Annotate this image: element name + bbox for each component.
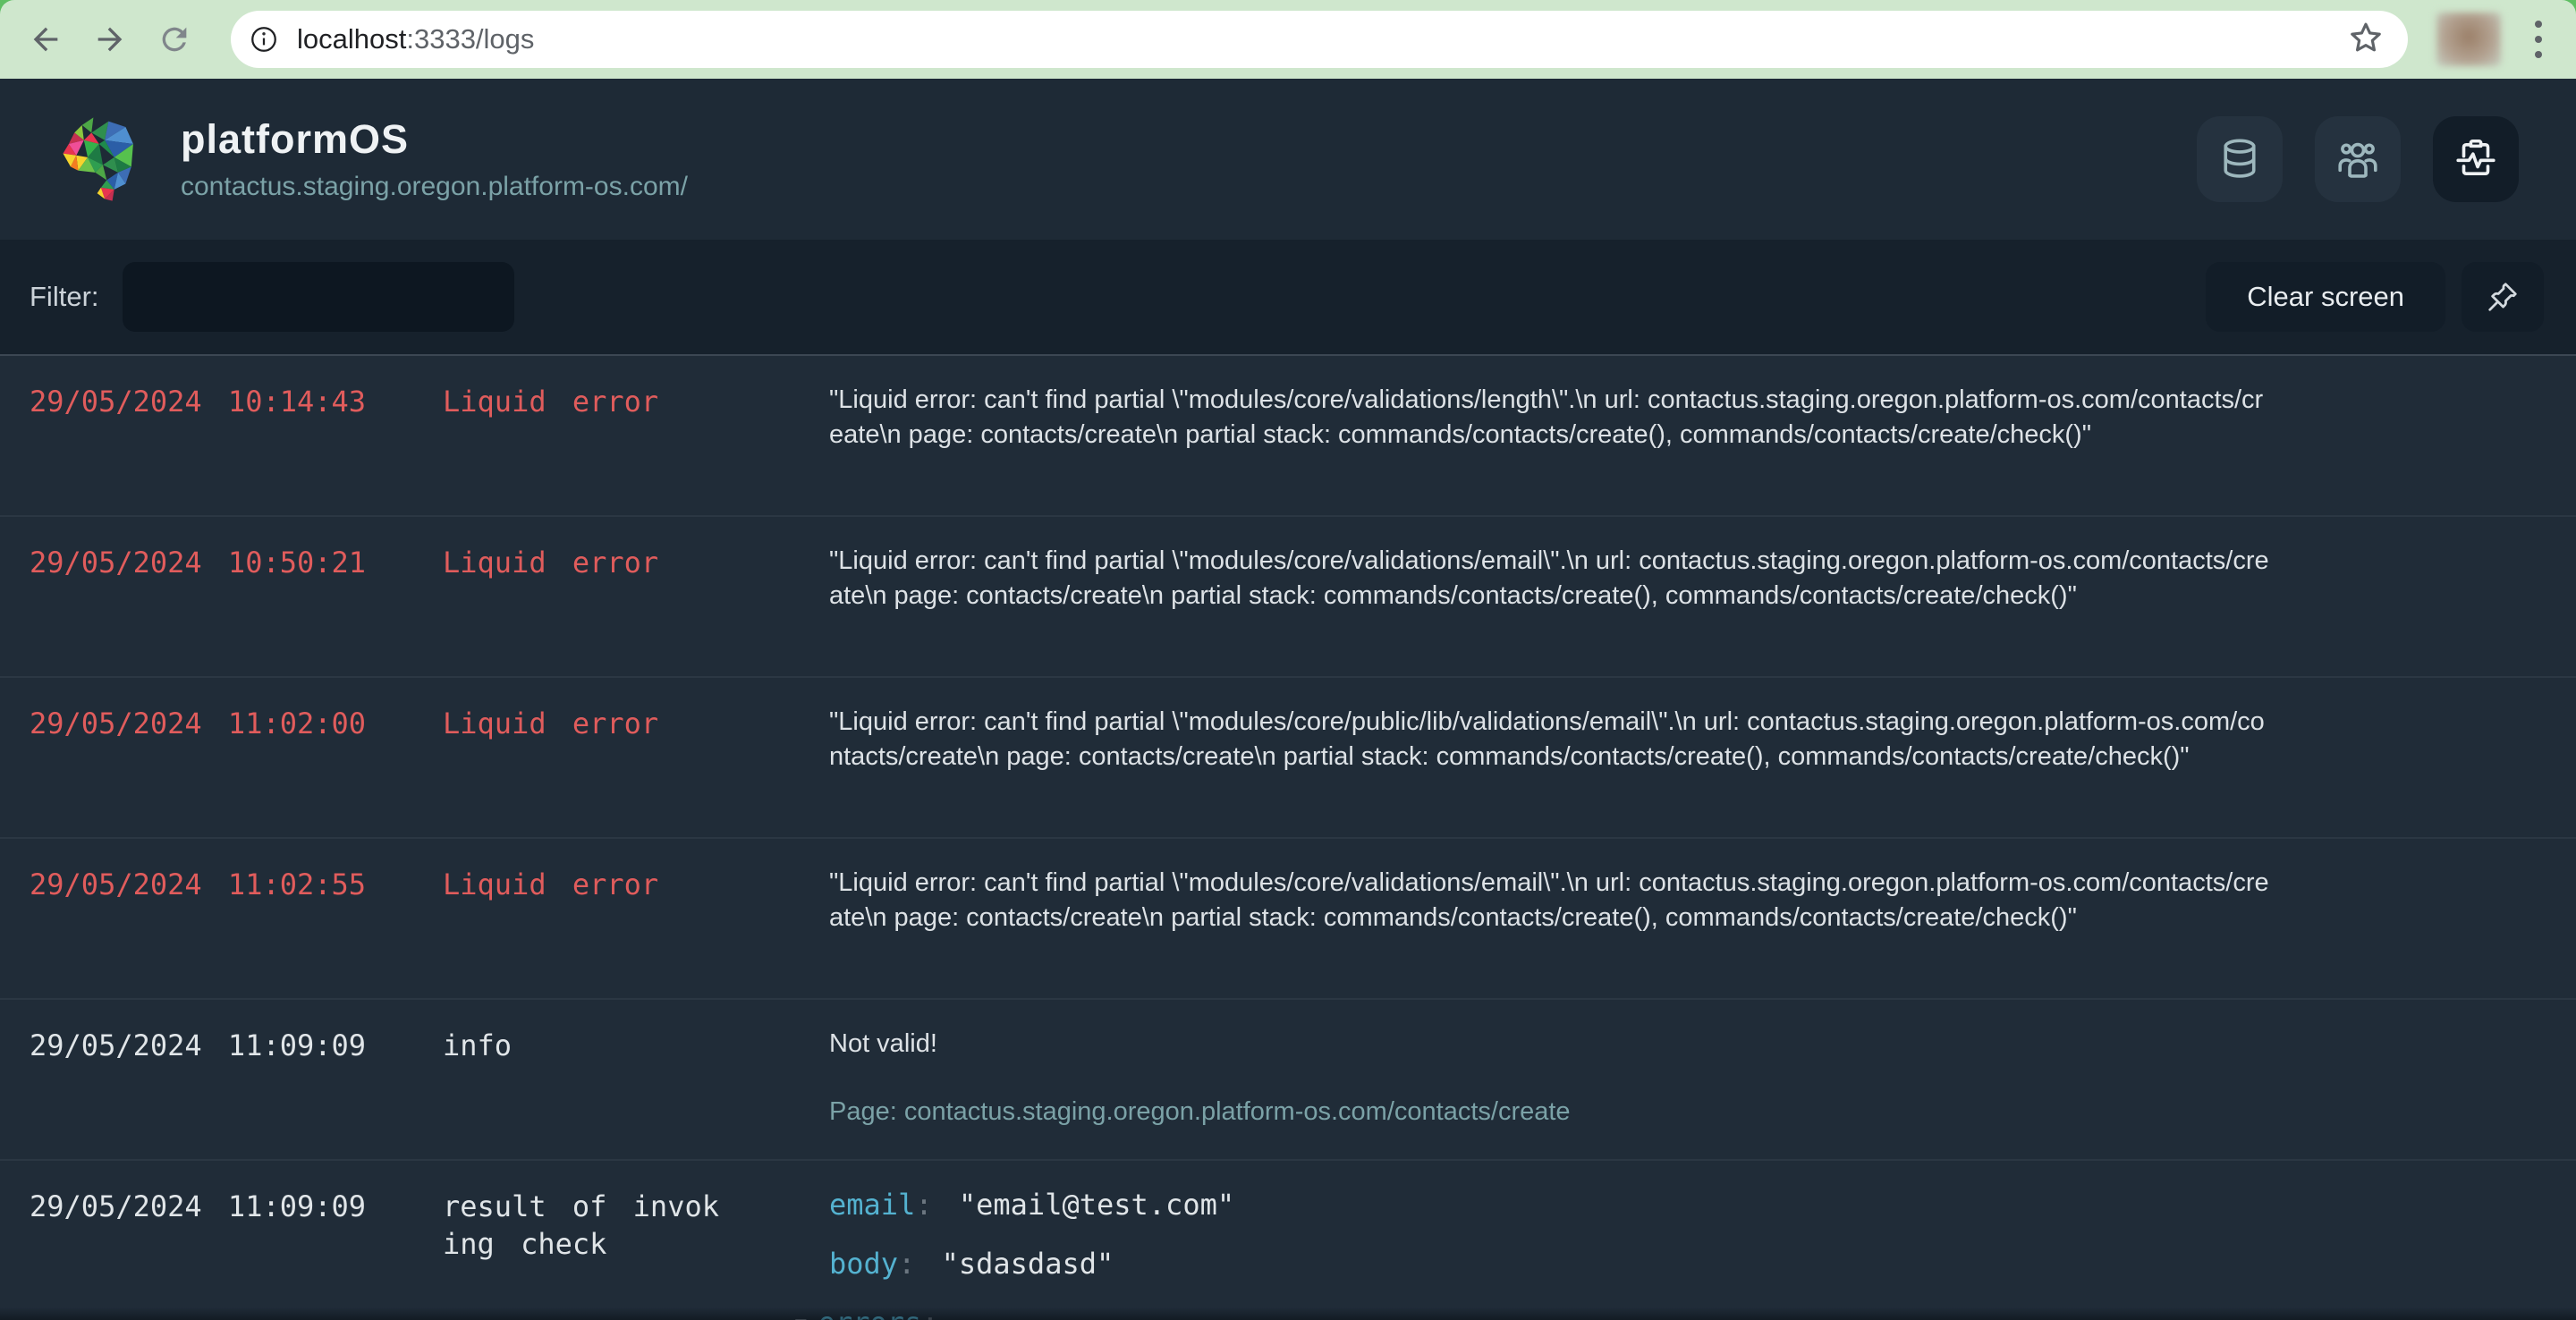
pushpin-icon bbox=[2488, 283, 2517, 311]
log-timestamp: 29/05/2024 11:02:55 bbox=[30, 867, 367, 901]
logs-button[interactable] bbox=[2433, 116, 2519, 202]
log-row: 29/05/2024 10:50:21 Liquid error "Liquid e… bbox=[0, 517, 2576, 678]
log-message: Not valid! bbox=[829, 1029, 937, 1058]
log-type: Liquid error bbox=[443, 385, 659, 419]
log-message-cell: Not valid! Page: contactus.staging.oregon… bbox=[829, 1027, 2272, 1159]
pin-button[interactable] bbox=[2462, 262, 2544, 332]
activity-log-icon bbox=[2456, 139, 2496, 175]
log-type: result of invoking check bbox=[443, 1189, 719, 1261]
kv-value: "email@test.com" bbox=[932, 1188, 1235, 1222]
header-titles: platformOS contactus.staging.oregon.plat… bbox=[181, 116, 688, 202]
browser-chrome: localhost:3333/logs bbox=[0, 0, 2576, 79]
log-message-cell: "Liquid error: can't find partial \"modu… bbox=[829, 383, 2272, 515]
browser-menu-icon[interactable] bbox=[2521, 17, 2556, 62]
log-message-cell: "Liquid error: can't find partial \"modu… bbox=[829, 705, 2272, 837]
log-message-cell: email: "email@test.com" body: "sdasdasd" ▼… bbox=[795, 1188, 2272, 1320]
browser-toolbar: localhost:3333/logs bbox=[0, 0, 2576, 79]
log-timestamp: 29/05/2024 10:14:43 bbox=[30, 385, 367, 419]
log-key-value: email: "email@test.com" bbox=[829, 1188, 1235, 1222]
log-table: 29/05/2024 10:14:43 Liquid error "Liquid e… bbox=[0, 356, 2576, 1320]
log-row: 29/05/2024 11:09:09 info Not valid! Page: c… bbox=[0, 1000, 2576, 1161]
log-message-cell: "Liquid error: can't find partial \"modu… bbox=[829, 866, 2272, 998]
log-message: "Liquid error: can't find partial \"modu… bbox=[829, 385, 2264, 449]
log-type: Liquid error bbox=[443, 867, 659, 901]
forward-icon[interactable] bbox=[89, 19, 131, 60]
log-timestamp: 29/05/2024 10:50:21 bbox=[30, 546, 367, 580]
log-expandable-errors[interactable]: ▼errors: bbox=[795, 1306, 2272, 1320]
log-timestamp: 29/05/2024 11:02:00 bbox=[30, 707, 367, 740]
url-bar[interactable]: localhost:3333/logs bbox=[231, 11, 2408, 68]
log-type: Liquid error bbox=[443, 546, 659, 580]
filter-bar: Filter: Clear screen bbox=[0, 240, 2576, 356]
expand-triangle-icon[interactable]: ▼ bbox=[795, 1313, 807, 1320]
url-text: localhost:3333/logs bbox=[297, 23, 535, 55]
header-actions bbox=[2197, 116, 2519, 202]
database-button[interactable] bbox=[2197, 116, 2283, 202]
platformos-chameleon-logo bbox=[63, 117, 133, 201]
users-icon bbox=[2338, 142, 2377, 178]
log-row: 29/05/2024 11:02:55 Liquid error "Liquid e… bbox=[0, 839, 2576, 1000]
profile-avatar[interactable] bbox=[2436, 13, 2501, 66]
log-message-cell: "Liquid error: can't find partial \"modu… bbox=[829, 544, 2272, 676]
log-row: 29/05/2024 11:02:00 Liquid error "Liquid e… bbox=[0, 678, 2576, 839]
log-message: "Liquid error: can't find partial \"modu… bbox=[829, 546, 2269, 610]
log-type: Liquid error bbox=[443, 707, 659, 740]
database-icon bbox=[2224, 139, 2256, 178]
kv-key: email bbox=[829, 1188, 916, 1222]
filter-label: Filter: bbox=[30, 281, 99, 312]
bookmark-star-icon[interactable] bbox=[2347, 19, 2385, 61]
log-key-value: body: "sdasdasd" bbox=[829, 1247, 1114, 1281]
app-name: platformOS bbox=[181, 116, 410, 162]
filter-input[interactable] bbox=[122, 262, 514, 332]
site-info-icon[interactable] bbox=[245, 21, 283, 58]
kv-key: body bbox=[829, 1247, 899, 1281]
log-type: info bbox=[443, 1028, 513, 1062]
log-message: "Liquid error: can't find partial \"modu… bbox=[829, 868, 2269, 932]
log-timestamp: 29/05/2024 11:09:09 bbox=[30, 1189, 367, 1223]
log-page-link[interactable]: Page: contactus.staging.oregon.platform-… bbox=[829, 1095, 2272, 1130]
users-button[interactable] bbox=[2315, 116, 2401, 202]
back-icon[interactable] bbox=[25, 19, 66, 60]
clear-screen-button[interactable]: Clear screen bbox=[2206, 262, 2445, 332]
log-timestamp: 29/05/2024 11:09:09 bbox=[30, 1028, 367, 1062]
log-row: 29/05/2024 10:14:43 Liquid error "Liquid e… bbox=[0, 356, 2576, 517]
kv-value: "sdasdasd" bbox=[915, 1247, 1114, 1281]
reload-icon[interactable] bbox=[154, 19, 195, 60]
log-message: "Liquid error: can't find partial \"modu… bbox=[829, 707, 2265, 771]
log-row: 29/05/2024 11:09:09 result of invoking ch… bbox=[0, 1161, 2576, 1320]
app-header: platformOS contactus.staging.oregon.plat… bbox=[0, 79, 2576, 240]
instance-url[interactable]: contactus.staging.oregon.platform-os.com… bbox=[181, 172, 688, 202]
